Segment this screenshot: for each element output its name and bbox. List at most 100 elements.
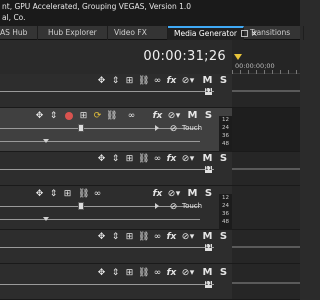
chevron-down-icon[interactable]	[43, 217, 49, 221]
level-icon[interactable]: ⇕	[110, 232, 121, 242]
mute-button[interactable]: M	[202, 232, 213, 242]
pan-slider[interactable]	[0, 219, 200, 220]
marker-icon[interactable]	[234, 54, 242, 60]
touch-mode-label[interactable]: Touch	[182, 124, 202, 132]
level-icon[interactable]: ⇕	[48, 111, 59, 121]
routing-icon[interactable]: ∞	[152, 76, 163, 86]
automation-icon[interactable]: ⊘	[168, 124, 179, 134]
tab-bar: AS Hub Hub Explorer Video FX Media Gener…	[0, 26, 304, 40]
expand-icon[interactable]: ✥	[34, 111, 45, 121]
dropdown-icon[interactable]: ▾	[189, 154, 195, 164]
dropdown-icon[interactable]: ▾	[189, 268, 195, 278]
compositor-icon[interactable]: ⊞	[124, 154, 135, 164]
timecode-display: 00:00:31;26	[143, 49, 226, 64]
dropdown-icon[interactable]: ▾	[175, 111, 181, 121]
video-track-4[interactable]: ✥ ⇕ ⊞ ⛓ ∞ fx ⊘ ▾ M S ⊘ Touch 12 24 36 48	[0, 186, 232, 230]
dropdown-icon[interactable]: ▾	[189, 76, 195, 86]
time-ruler[interactable]: 00:00:00;00	[232, 40, 300, 74]
mute-button[interactable]: M	[187, 111, 198, 121]
link-icon[interactable]: ⛓	[106, 111, 117, 121]
record-icon[interactable]	[65, 112, 73, 120]
compositor-icon[interactable]: ⊞	[124, 76, 135, 86]
fx-button[interactable]: fx	[152, 111, 163, 121]
solo-button[interactable]: S	[218, 154, 229, 164]
dropdown-icon[interactable]: ▾	[189, 232, 195, 242]
expand-icon[interactable]: ✥	[96, 76, 107, 86]
tab-label: AS Hub	[0, 28, 28, 37]
slider-knob[interactable]	[78, 202, 84, 210]
fx-button[interactable]: fx	[152, 189, 163, 199]
mute-button[interactable]: M	[202, 154, 213, 164]
pan-slider[interactable]	[0, 141, 200, 142]
audio-track-5[interactable]: ✥ ⇕ ⊞ ⛓ ∞ fx ⊘ ▾ M S 11	[0, 230, 232, 264]
track-lane-5[interactable]	[232, 230, 300, 264]
track-lane-6[interactable]	[232, 264, 300, 300]
solo-button[interactable]: S	[218, 76, 229, 86]
audio-track-6[interactable]: ✥ ⇕ ⊞ ⛓ ∞ fx ⊘ ▾ M S 11	[0, 264, 232, 300]
expand-icon[interactable]: ✥	[96, 154, 107, 164]
solo-button[interactable]: S	[203, 111, 214, 121]
dropdown-icon[interactable]: ▾	[175, 189, 181, 199]
tab-as-hub[interactable]: AS Hub	[0, 26, 38, 40]
audio-track-3[interactable]: ✥ ⇕ ⊞ ⛓ ∞ fx ⊘ ▾ M S 11	[0, 152, 232, 186]
video-track-2[interactable]: ✥ ⇕ ⊞ ⟳ ⛓ ∞ fx ⊘ ▾ M S ⊘ Touch 12 24 36 …	[0, 108, 232, 152]
motion-icon[interactable]: ⟳	[92, 111, 103, 121]
slider-knob[interactable]	[78, 124, 84, 132]
track-lane-2[interactable]	[232, 108, 300, 152]
track-lane-3[interactable]	[232, 152, 300, 186]
expand-icon[interactable]: ✥	[96, 232, 107, 242]
window-title: nt, GPU Accelerated, Grouping VEGAS, Ver…	[2, 2, 192, 11]
tab-hub-explorer[interactable]: Hub Explorer	[42, 26, 108, 40]
touch-mode-label[interactable]: Touch	[182, 202, 202, 210]
volume-slider[interactable]	[0, 284, 214, 285]
solo-button[interactable]: S	[203, 189, 214, 199]
audio-track-1[interactable]: ✥ ⇕ ⊞ ⛓ ∞ fx ⊘ ▾ M S 11	[0, 74, 232, 108]
compositor-icon[interactable]: ⊞	[78, 111, 89, 121]
volume-slider[interactable]	[0, 169, 214, 170]
level-icon[interactable]: ⇕	[48, 189, 59, 199]
volume-slider[interactable]	[0, 91, 214, 92]
fx-button[interactable]: fx	[166, 76, 177, 86]
solo-button[interactable]: S	[218, 232, 229, 242]
level-icon[interactable]: ⇕	[110, 154, 121, 164]
tab-video-fx[interactable]: Video FX	[108, 26, 168, 40]
tab-media-generator[interactable]: Media Generator ×	[168, 26, 258, 40]
routing-icon[interactable]: ∞	[92, 189, 103, 199]
fx-button[interactable]: fx	[166, 232, 177, 242]
solo-button[interactable]: S	[218, 268, 229, 278]
fader-badge: 11	[205, 244, 212, 251]
meter-label: 36	[222, 211, 229, 217]
expand-icon[interactable]: ✥	[96, 268, 107, 278]
track-lane-1[interactable]	[232, 74, 300, 108]
mute-button[interactable]: M	[202, 268, 213, 278]
routing-icon[interactable]: ∞	[152, 268, 163, 278]
compositor-icon[interactable]: ⊞	[62, 189, 73, 199]
link-icon[interactable]: ⛓	[138, 232, 149, 242]
volume-slider[interactable]	[0, 247, 214, 248]
link-icon[interactable]: ⛓	[138, 76, 149, 86]
fx-button[interactable]: fx	[166, 268, 177, 278]
link-icon[interactable]: ⛓	[138, 154, 149, 164]
compositor-icon[interactable]: ⊞	[124, 268, 135, 278]
timeline-header: 00:00:31;26	[0, 40, 232, 74]
link-icon[interactable]: ⛓	[78, 189, 89, 199]
link-icon[interactable]: ⛓	[138, 268, 149, 278]
track-lane-4[interactable]	[232, 186, 300, 230]
level-icon[interactable]: ⇕	[110, 268, 121, 278]
compositor-icon[interactable]: ⊞	[124, 232, 135, 242]
fx-button[interactable]: fx	[166, 154, 177, 164]
chevron-down-icon[interactable]	[43, 139, 49, 143]
meter-label: 24	[222, 125, 229, 131]
meter-label: 12	[222, 117, 229, 123]
tab-transitions[interactable]: Transitions	[244, 26, 304, 40]
level-icon[interactable]: ⇕	[110, 76, 121, 86]
tab-label: Hub Explorer	[48, 28, 97, 37]
routing-icon[interactable]: ∞	[152, 232, 163, 242]
routing-icon[interactable]: ∞	[152, 154, 163, 164]
transition-icon[interactable]: ∞	[126, 111, 137, 121]
ruler-time-label: 00:00:00;00	[235, 62, 275, 70]
expand-icon[interactable]: ✥	[34, 189, 45, 199]
mute-button[interactable]: M	[187, 189, 198, 199]
automation-icon[interactable]: ⊘	[168, 202, 179, 212]
mute-button[interactable]: M	[202, 76, 213, 86]
